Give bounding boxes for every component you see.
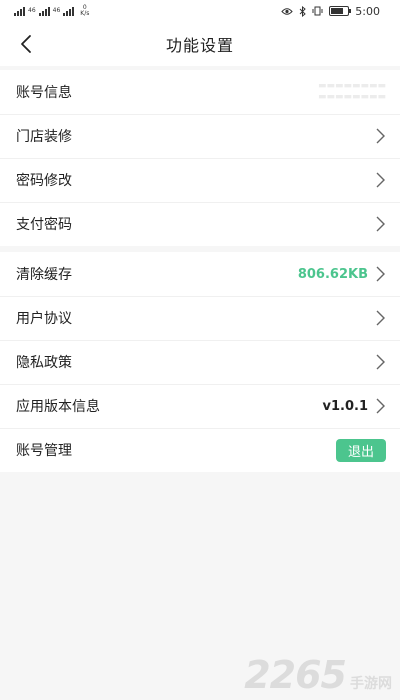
vibrate-icon: [312, 6, 323, 16]
chevron-right-icon: [376, 354, 385, 370]
watermark-text: 手游网: [350, 676, 392, 692]
row-user-agreement[interactable]: 用户协议: [0, 296, 400, 340]
chevron-right-icon: [376, 310, 385, 326]
row-account-management: 账号管理 退出: [0, 428, 400, 472]
row-clear-cache[interactable]: 清除缓存 806.62KB: [0, 252, 400, 296]
watermark-number: 2265: [244, 653, 347, 697]
version-value: v1.0.1: [322, 398, 369, 414]
row-payment-password[interactable]: 支付密码: [0, 202, 400, 246]
signal-label-1: 46: [28, 7, 36, 14]
row-right: v1.0.1: [323, 397, 387, 415]
bluetooth-icon: [299, 5, 307, 17]
signal-label-2: 46: [52, 7, 61, 14]
row-app-version[interactable]: 应用版本信息 v1.0.1: [0, 384, 400, 428]
row-label: 用户协议: [16, 311, 72, 327]
status-left: 46 46 0 K/s: [14, 5, 89, 17]
watermark-logo: 2265 手游网: [244, 656, 392, 694]
net-speed: 0 K/s: [80, 5, 89, 17]
chevron-left-icon[interactable]: [14, 30, 42, 58]
row-password-change[interactable]: 密码修改: [0, 158, 400, 202]
chevron-right-icon: [376, 128, 385, 144]
general-settings-section: 清除缓存 806.62KB 用户协议 隐私政策 应用版本信息 v1.0.1 账号…: [0, 252, 400, 472]
signal-icon-3: [63, 6, 75, 16]
account-settings-section: 账号信息 ▬▬▬▬▬▬▬▬ ▬▬▬▬▬▬▬▬ 门店装修 密码修改 支付密码: [0, 70, 400, 246]
cache-size: 806.62KB: [297, 266, 368, 282]
row-label: 隐私政策: [16, 355, 72, 371]
status-bar: 46 46 0 K/s 5:00: [0, 0, 400, 22]
row-store-decoration[interactable]: 门店装修: [0, 114, 400, 158]
signal-icon: [14, 6, 25, 16]
row-account-info[interactable]: 账号信息 ▬▬▬▬▬▬▬▬ ▬▬▬▬▬▬▬▬: [0, 70, 400, 114]
status-right: 5:00: [281, 5, 380, 18]
eye-icon: [281, 7, 293, 15]
row-label: 账号信息: [16, 85, 72, 101]
logout-button[interactable]: 退出: [335, 438, 386, 462]
nav-bar: 功能设置: [0, 22, 400, 66]
row-label: 清除缓存: [16, 267, 72, 283]
battery-icon: [329, 6, 352, 16]
row-right: 806.62KB: [298, 265, 386, 283]
row-privacy-policy[interactable]: 隐私政策: [0, 340, 400, 384]
clock: 5:00: [355, 4, 380, 18]
faint-placeholder: ▬▬▬▬▬▬▬▬ ▬▬▬▬▬▬▬▬: [317, 81, 386, 102]
row-label: 账号管理: [16, 443, 72, 459]
chevron-right-icon: [376, 216, 385, 232]
row-label: 支付密码: [16, 217, 72, 233]
row-label: 应用版本信息: [16, 399, 100, 415]
chevron-right-icon: [376, 266, 385, 282]
signal-icon-2: [38, 6, 50, 16]
chevron-right-icon: [376, 172, 385, 188]
chevron-right-icon: [376, 398, 385, 414]
row-label: 密码修改: [16, 173, 72, 189]
page-title: 功能设置: [165, 36, 234, 55]
row-label: 门店装修: [16, 129, 72, 145]
net-speed-unit: K/s: [80, 10, 90, 17]
